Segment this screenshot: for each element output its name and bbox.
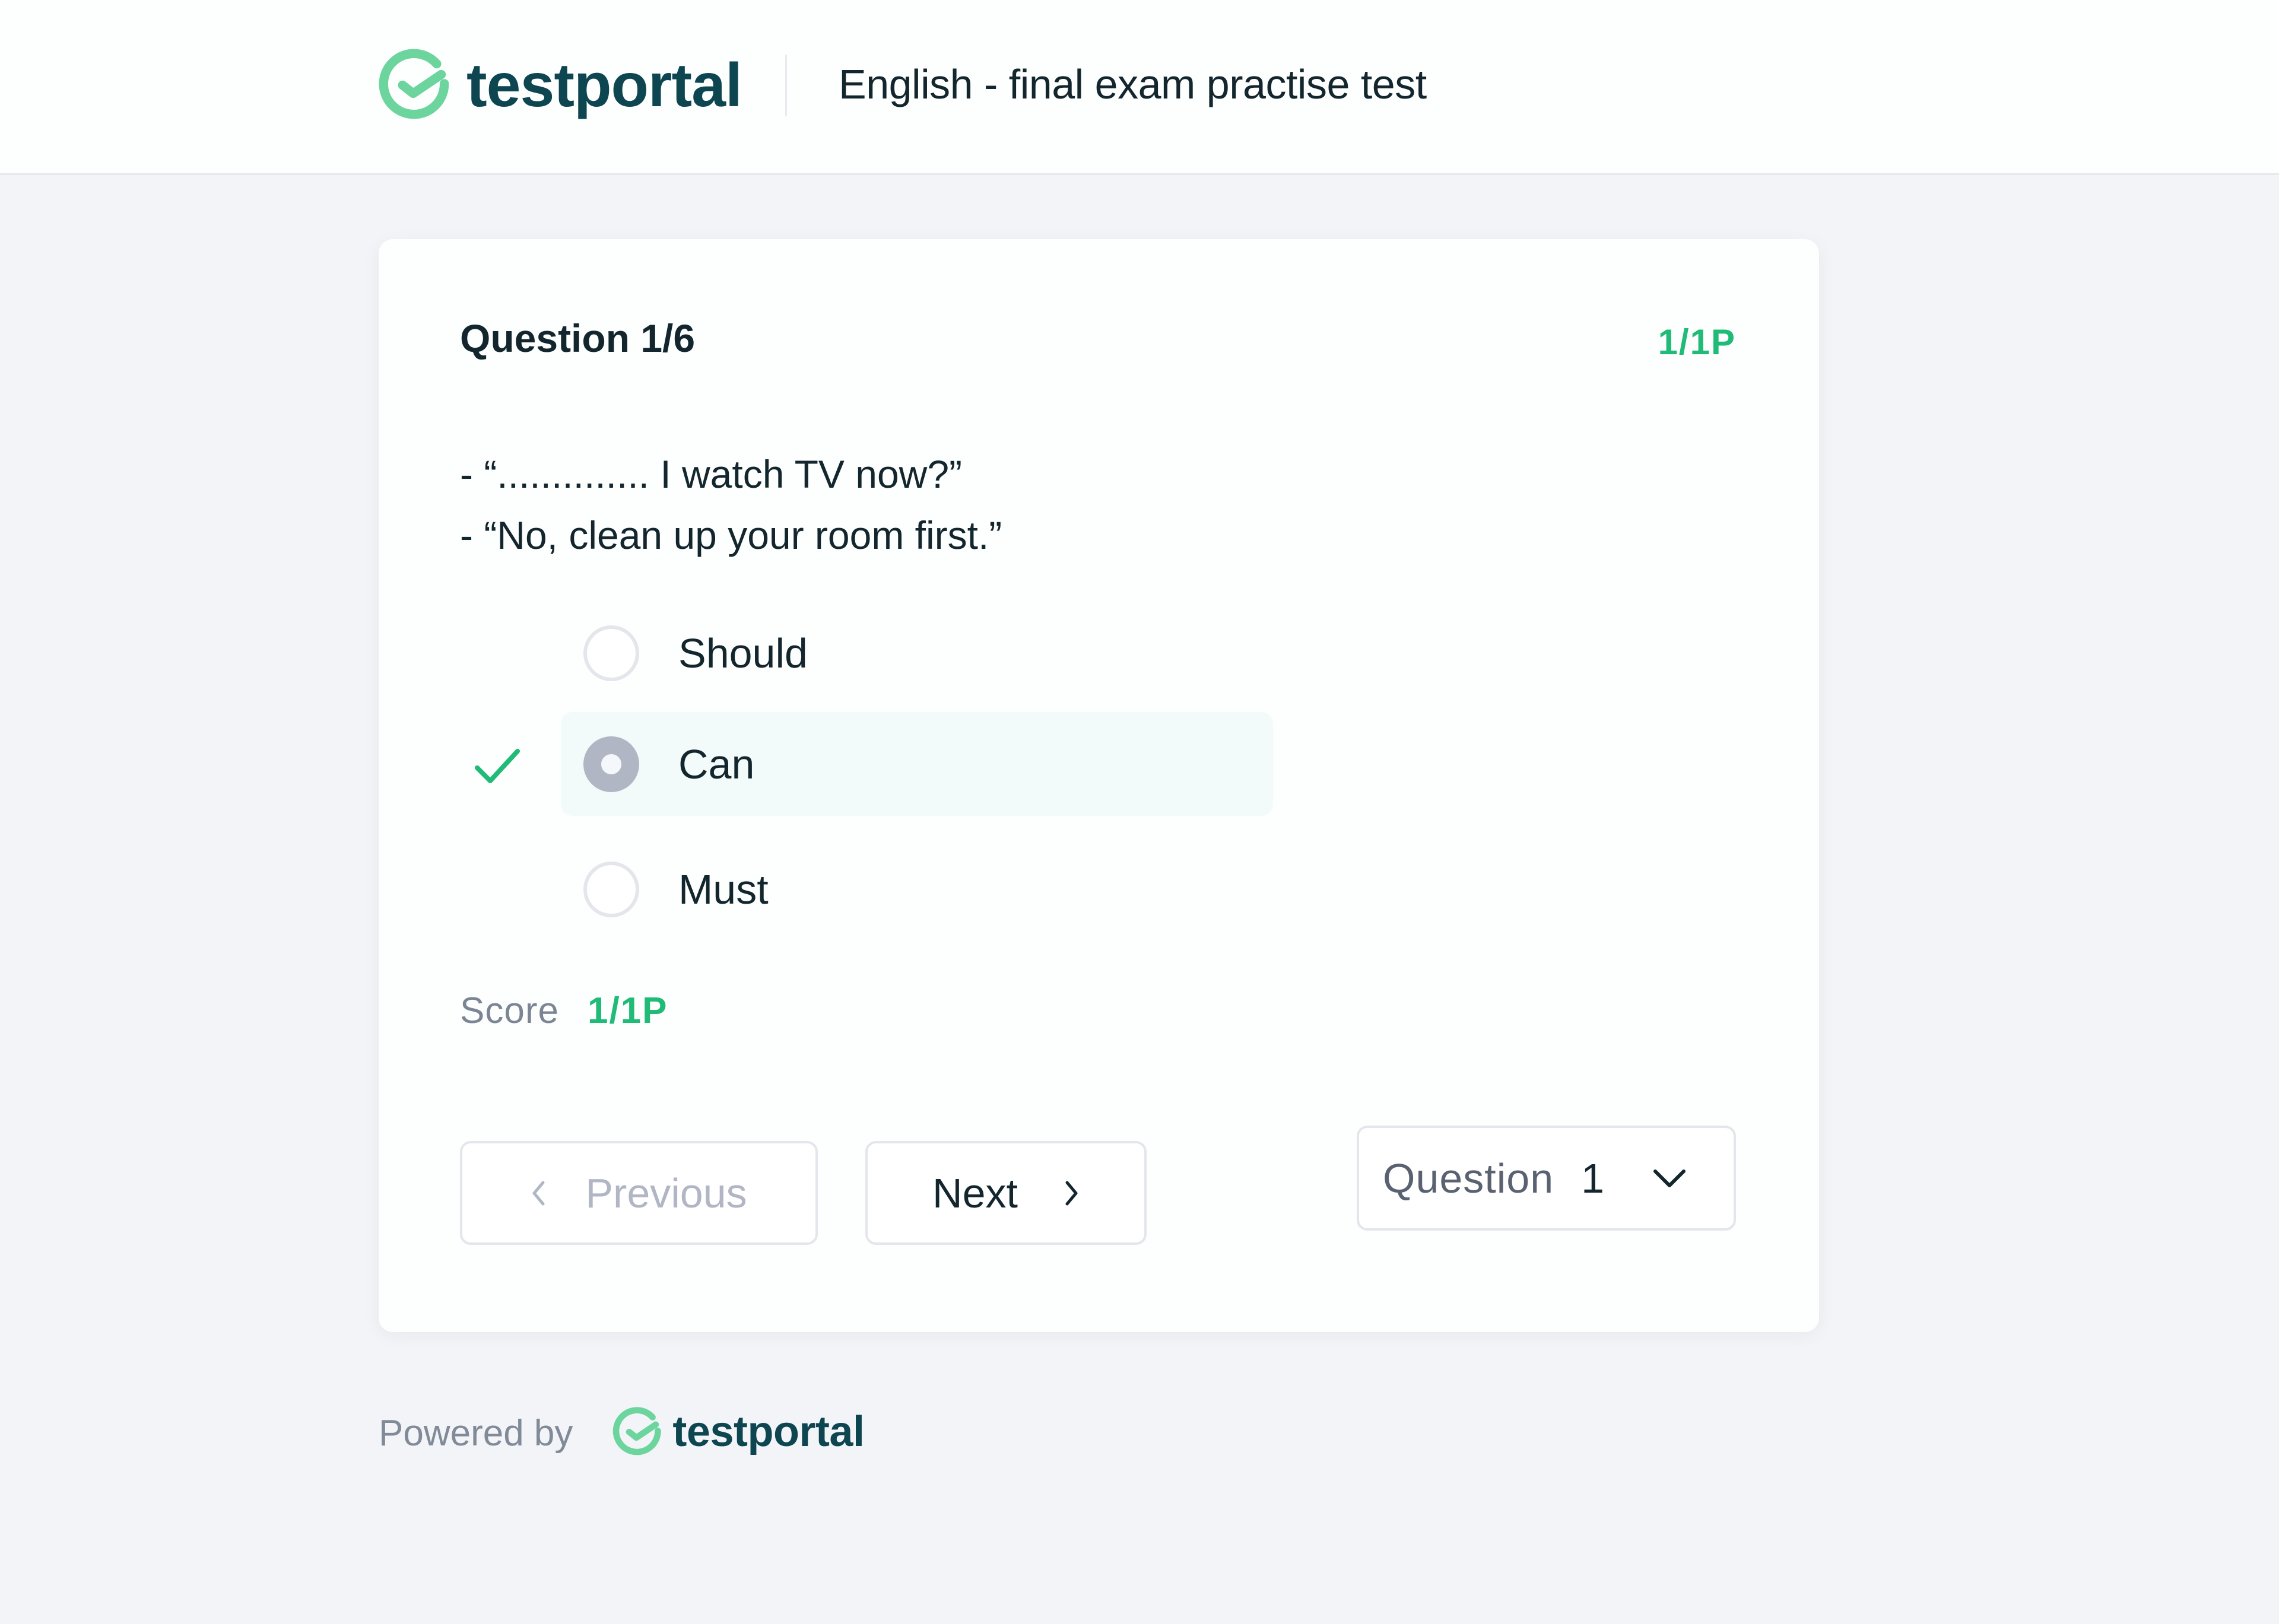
powered-by-label: Powered by bbox=[379, 1412, 573, 1454]
option-label: Must bbox=[678, 866, 769, 913]
answer-option-can[interactable]: Can bbox=[561, 712, 1273, 816]
footer-wordmark: testportal bbox=[672, 1408, 865, 1455]
check-circle-logo-icon bbox=[613, 1407, 662, 1455]
check-circle-logo-icon bbox=[379, 49, 449, 119]
question-select-label: Question bbox=[1383, 1155, 1554, 1202]
radio-button[interactable] bbox=[583, 861, 639, 917]
question-line: - “No, clean up your room first.” bbox=[460, 513, 1002, 557]
header-divider bbox=[785, 55, 787, 116]
radio-button[interactable] bbox=[583, 625, 639, 681]
testportal-logo[interactable]: testportal bbox=[377, 46, 742, 126]
chevron-left-icon bbox=[532, 1181, 545, 1205]
question-select-dropdown[interactable]: Question 1 bbox=[1357, 1126, 1736, 1231]
question-points: 1/1P bbox=[1658, 322, 1736, 362]
answer-option-should[interactable]: Should bbox=[561, 601, 1273, 705]
footer: Powered by testportal bbox=[379, 1400, 865, 1466]
question-select-value: 1 bbox=[1581, 1155, 1605, 1202]
option-label: Should bbox=[678, 630, 808, 676]
radio-button-selected[interactable] bbox=[583, 736, 639, 792]
question-text: - “.............. I watch TV now?” - “No… bbox=[460, 444, 1002, 566]
score-row: Score 1/1P bbox=[460, 990, 668, 1032]
score-label: Score bbox=[460, 990, 559, 1031]
footer-testportal-logo[interactable]: testportal bbox=[612, 1407, 865, 1459]
score-value: 1/1P bbox=[587, 990, 668, 1031]
test-title: English - final exam practise test bbox=[839, 61, 1427, 107]
logo-wordmark: testportal bbox=[466, 50, 742, 120]
question-card: Question 1/6 1/1P - “.............. I wa… bbox=[379, 239, 1819, 1332]
previous-label: Previous bbox=[585, 1169, 747, 1216]
chevron-down-icon bbox=[1653, 1169, 1686, 1187]
answer-option-must[interactable]: Must bbox=[561, 837, 1273, 941]
next-button[interactable]: Next bbox=[865, 1141, 1147, 1245]
previous-button[interactable]: Previous bbox=[460, 1141, 818, 1245]
chevron-right-icon bbox=[1065, 1181, 1078, 1205]
checkmark-icon bbox=[475, 749, 520, 783]
next-label: Next bbox=[932, 1169, 1018, 1216]
question-heading: Question 1/6 bbox=[460, 316, 696, 360]
option-label: Can bbox=[678, 741, 755, 787]
question-line: - “.............. I watch TV now?” bbox=[460, 452, 963, 496]
header: testportal English - final exam practise… bbox=[0, 0, 2279, 175]
